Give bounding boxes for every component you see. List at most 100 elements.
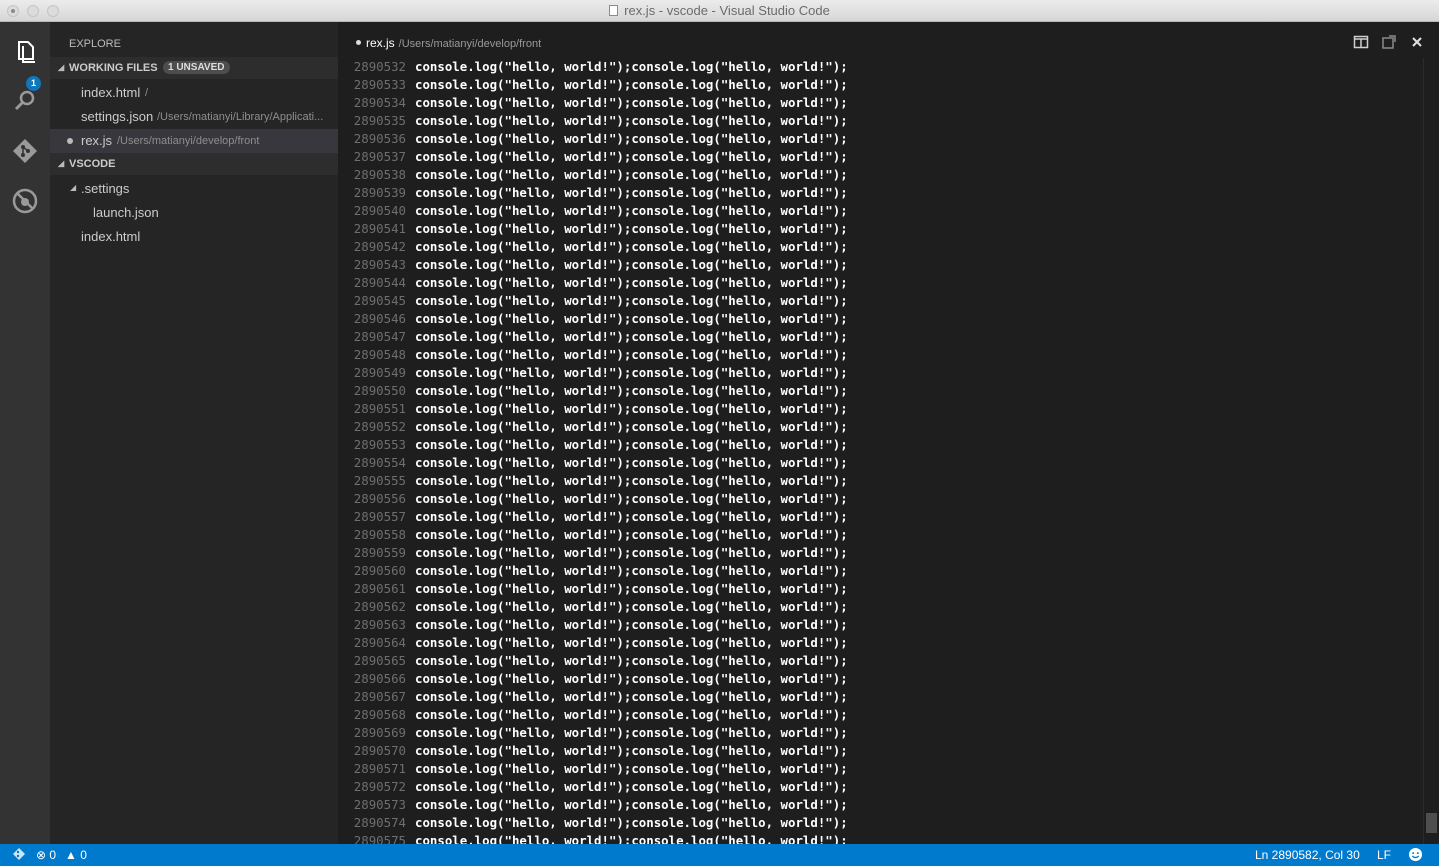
line-number: 2890556 xyxy=(353,491,406,506)
working-files-header[interactable]: ◢ WORKING FILES 1 UNSAVED xyxy=(50,57,338,79)
line-number: 2890557 xyxy=(353,509,406,524)
git-status-icon[interactable] xyxy=(12,847,26,864)
unsaved-dot-icon xyxy=(356,40,361,45)
errors-indicator[interactable]: ⊗ 0 xyxy=(36,848,56,862)
file-name: launch.json xyxy=(93,205,159,220)
line-code: console.log("hello, world!");console.log… xyxy=(415,203,848,218)
line-code: console.log("hello, world!");console.log… xyxy=(415,365,848,380)
line-number: 2890553 xyxy=(353,437,406,452)
line-number: 2890560 xyxy=(353,563,406,578)
working-file-item[interactable]: settings.json /Users/matianyi/Library/Ap… xyxy=(50,105,338,129)
working-file-item[interactable]: index.html / xyxy=(50,81,338,105)
line-number: 2890532 xyxy=(353,59,406,74)
project-label: VSCODE xyxy=(69,158,116,170)
line-number: 2890558 xyxy=(353,527,406,542)
open-changes-icon[interactable] xyxy=(1381,34,1397,50)
line-code: console.log("hello, world!");console.log… xyxy=(415,473,848,488)
cursor-position[interactable]: Ln 2890582, Col 30 xyxy=(1255,848,1360,862)
debug-icon[interactable] xyxy=(10,186,40,216)
status-bar: ⊗ 0 ▲ 0 Ln 2890582, Col 30 LF xyxy=(0,844,1439,866)
feedback-smiley-icon[interactable] xyxy=(1408,847,1423,865)
working-file-item-active[interactable]: rex.js /Users/matianyi/develop/front xyxy=(50,129,338,153)
line-number: 2890541 xyxy=(353,221,406,236)
line-number: 2890568 xyxy=(353,707,406,722)
line-number: 2890537 xyxy=(353,149,406,164)
code-area[interactable]: 2890532 console.log("hello, world!");cons… xyxy=(338,58,1423,844)
line-number: 2890567 xyxy=(353,689,406,704)
line-number: 2890561 xyxy=(353,581,406,596)
line-code: console.log("hello, world!");console.log… xyxy=(415,419,848,434)
line-number: 2890544 xyxy=(353,275,406,290)
line-code: console.log("hello, world!");console.log… xyxy=(415,275,848,290)
line-code: console.log("hello, world!");console.log… xyxy=(415,239,848,254)
line-number: 2890559 xyxy=(353,545,406,560)
line-number: 2890540 xyxy=(353,203,406,218)
line-code: console.log("hello, world!");console.log… xyxy=(415,77,848,92)
line-number: 2890564 xyxy=(353,635,406,650)
folder-item[interactable]: ◢ .settings xyxy=(50,177,338,201)
line-number: 2890562 xyxy=(353,599,406,614)
activity-bar: 1 xyxy=(0,22,50,844)
line-number: 2890572 xyxy=(353,779,406,794)
line-number: 2890565 xyxy=(353,653,406,668)
line-code: console.log("hello, world!");console.log… xyxy=(415,689,848,704)
line-code: console.log("hello, world!");console.log… xyxy=(415,725,848,740)
file-path: / xyxy=(145,87,149,99)
close-editor-icon[interactable] xyxy=(1409,34,1425,50)
tab-file-path: /Users/matianyi/develop/front xyxy=(398,38,542,50)
line-number: 2890566 xyxy=(353,671,406,686)
split-editor-icon[interactable] xyxy=(1353,34,1369,50)
line-code: console.log("hello, world!");console.log… xyxy=(415,797,848,812)
line-code: console.log("hello, world!");console.log… xyxy=(415,599,848,614)
warning-icon: ▲ xyxy=(65,848,77,862)
line-code: console.log("hello, world!");console.log… xyxy=(415,545,848,560)
vertical-scrollbar[interactable] xyxy=(1423,58,1439,844)
line-number: 2890573 xyxy=(353,797,406,812)
editor-tab[interactable]: rex.js/Users/matianyi/develop/front xyxy=(356,36,541,50)
scrollbar-thumb[interactable] xyxy=(1426,813,1437,833)
line-code: console.log("hello, world!");console.log… xyxy=(415,527,848,542)
line-code: console.log("hello, world!");console.log… xyxy=(415,617,848,632)
tree-file-item[interactable]: launch.json xyxy=(50,201,338,225)
warnings-indicator[interactable]: ▲ 0 xyxy=(65,848,87,862)
line-code: console.log("hello, world!");console.log… xyxy=(415,293,848,308)
line-number: 2890574 xyxy=(353,815,406,830)
unsaved-dot-icon xyxy=(67,138,73,144)
line-number: 2890551 xyxy=(353,401,406,416)
explorer-icon[interactable] xyxy=(10,36,40,66)
line-code: console.log("hello, world!");console.log… xyxy=(415,455,848,470)
git-icon[interactable] xyxy=(10,136,40,166)
line-number: 2890548 xyxy=(353,347,406,362)
line-number: 2890545 xyxy=(353,293,406,308)
line-number: 2890552 xyxy=(353,419,406,434)
line-number: 2890539 xyxy=(353,185,406,200)
files-badge: 1 xyxy=(26,76,41,91)
editor: rex.js/Users/matianyi/develop/front 2890… xyxy=(338,22,1439,844)
folder-name: .settings xyxy=(81,181,130,196)
line-number: 2890538 xyxy=(353,167,406,182)
line-code: console.log("hello, world!");console.log… xyxy=(415,581,848,596)
line-number: 2890546 xyxy=(353,311,406,326)
line-code: console.log("hello, world!");console.log… xyxy=(415,383,848,398)
collapse-triangle-icon: ◢ xyxy=(58,63,65,72)
project-header[interactable]: ◢ VSCODE xyxy=(50,153,338,175)
file-name: settings.json xyxy=(81,109,154,124)
tree-file-item[interactable]: index.html xyxy=(50,225,338,249)
line-ending[interactable]: LF xyxy=(1377,848,1391,862)
line-number: 2890569 xyxy=(353,725,406,740)
line-code: console.log("hello, world!");console.log… xyxy=(415,815,848,830)
line-number: 2890533 xyxy=(353,77,406,92)
line-number: 2890542 xyxy=(353,239,406,254)
line-code: console.log("hello, world!");console.log… xyxy=(415,437,848,452)
error-icon: ⊗ xyxy=(36,848,47,862)
line-code: console.log("hello, world!");console.log… xyxy=(415,329,848,344)
line-code: console.log("hello, world!");console.log… xyxy=(415,833,848,844)
line-number: 2890571 xyxy=(353,761,406,776)
window-title: rex.js - vscode - Visual Studio Code xyxy=(624,3,830,18)
line-code: console.log("hello, world!");console.log… xyxy=(415,311,848,326)
sidebar-title: EXPLORE xyxy=(69,38,121,50)
line-code: console.log("hello, world!");console.log… xyxy=(415,185,848,200)
line-code: console.log("hello, world!");console.log… xyxy=(415,671,848,686)
line-code: console.log("hello, world!");console.log… xyxy=(415,761,848,776)
line-code: console.log("hello, world!");console.log… xyxy=(415,509,848,524)
